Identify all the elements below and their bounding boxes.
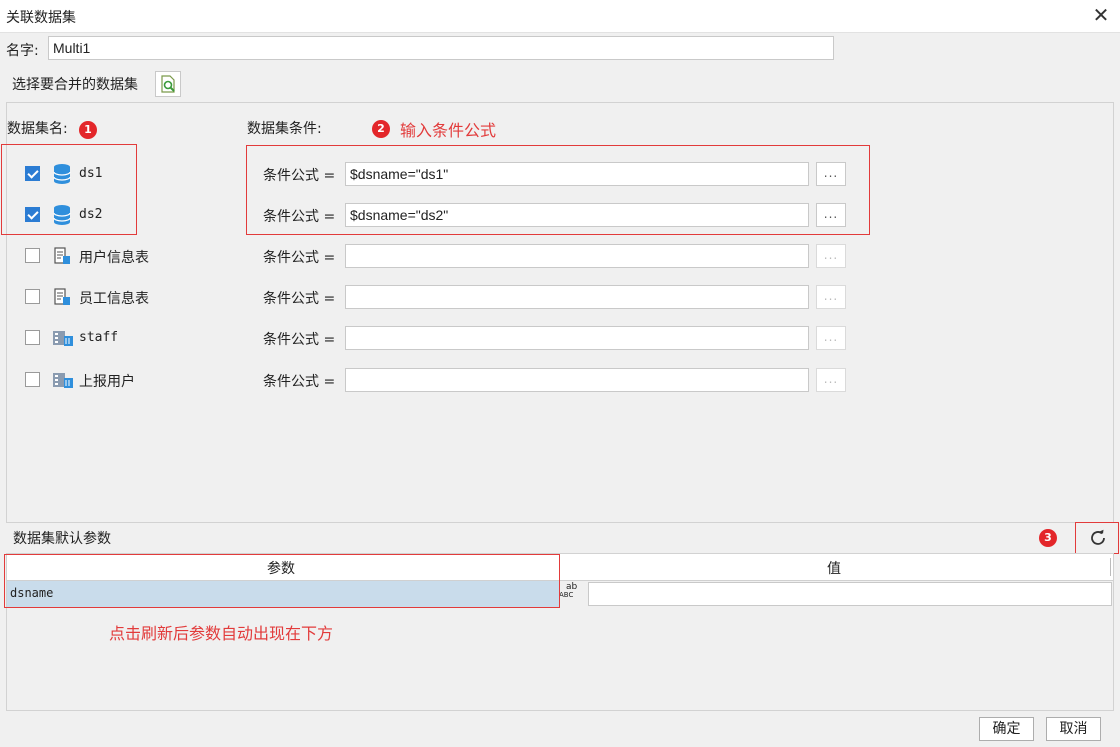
dataset-name-header: 数据集名:	[7, 121, 68, 137]
annotation-badge-3: 3	[1039, 529, 1057, 547]
text-type-icon: ABC	[559, 591, 574, 599]
dataset-row: 上报用户 条件公式 = ...	[0, 366, 1120, 396]
refresh-button[interactable]	[1086, 526, 1110, 550]
formula-label: 条件公式 =	[263, 374, 336, 390]
server-icon	[53, 373, 73, 388]
preview-dataset-button[interactable]	[155, 71, 181, 97]
formula-label: 条件公式 =	[263, 332, 336, 348]
formula-edit-button[interactable]: ...	[816, 162, 846, 186]
default-params-label: 数据集默认参数	[13, 531, 111, 547]
dataset-checkbox[interactable]	[25, 248, 40, 263]
dataset-checkbox[interactable]	[25, 372, 40, 387]
dataset-row: 用户信息表 条件公式 = ...	[0, 242, 1120, 272]
dataset-row: staff 条件公式 = ...	[0, 324, 1120, 354]
dataset-checkbox[interactable]	[25, 289, 40, 304]
annotation-box-params	[4, 554, 560, 608]
formula-input[interactable]	[345, 285, 809, 309]
dataset-checkbox[interactable]	[25, 207, 40, 222]
name-label: 名字:	[6, 43, 39, 59]
dataset-name: 用户信息表	[79, 250, 149, 266]
annotation-badge-2: 2	[372, 120, 390, 138]
server-icon	[53, 331, 73, 346]
table-icon	[54, 288, 70, 305]
formula-label: 条件公式 =	[263, 291, 336, 307]
type-selector[interactable]: ABC ab	[559, 582, 587, 605]
formula-edit-button[interactable]: ...	[816, 244, 846, 268]
dataset-checkbox[interactable]	[25, 330, 40, 345]
formula-edit-button[interactable]: ...	[816, 368, 846, 392]
formula-input[interactable]	[345, 368, 809, 392]
annotation-badge-1: 1	[79, 121, 97, 139]
refresh-icon	[1091, 529, 1105, 545]
dataset-row: ds1 条件公式 = $dsname="ds1" ...	[0, 160, 1120, 190]
dataset-name: ds1	[79, 166, 103, 181]
dataset-row: 员工信息表 条件公式 = ...	[0, 283, 1120, 313]
formula-input[interactable]: $dsname="ds2"	[345, 203, 809, 227]
table-icon	[54, 247, 70, 264]
formula-label: 条件公式 =	[263, 168, 336, 184]
param-value-input[interactable]	[588, 582, 1112, 606]
database-icon	[53, 164, 71, 184]
ok-button[interactable]: 确定	[979, 717, 1034, 741]
formula-label: 条件公式 =	[263, 209, 336, 225]
formula-input[interactable]: $dsname="ds1"	[345, 162, 809, 186]
column-divider	[1110, 558, 1111, 576]
dataset-condition-header: 数据集条件:	[247, 121, 322, 137]
annotation-note-formula: 输入条件公式	[400, 121, 497, 140]
name-input[interactable]: Multi1	[48, 36, 834, 60]
search-document-icon	[161, 75, 175, 93]
select-datasets-label: 选择要合并的数据集	[12, 77, 138, 93]
close-icon[interactable]: ✕	[1088, 2, 1114, 28]
cancel-button[interactable]: 取消	[1046, 717, 1101, 741]
formula-label: 条件公式 =	[263, 250, 336, 266]
dataset-checkbox[interactable]	[25, 166, 40, 181]
formula-edit-button[interactable]: ...	[816, 203, 846, 227]
dataset-name: staff	[79, 330, 119, 345]
dataset-name: ds2	[79, 207, 103, 222]
formula-input[interactable]	[345, 326, 809, 350]
dataset-name: 上报用户	[79, 374, 135, 390]
annotation-note-refresh: 点击刷新后参数自动出现在下方	[109, 624, 334, 643]
formula-edit-button[interactable]: ...	[816, 285, 846, 309]
dataset-row: ds2 条件公式 = $dsname="ds2" ...	[0, 201, 1120, 231]
formula-edit-button[interactable]: ...	[816, 326, 846, 350]
dataset-name: 员工信息表	[79, 291, 149, 307]
window-title: 关联数据集	[6, 10, 76, 26]
value-column-header: 值	[827, 561, 841, 577]
title-bar: 关联数据集 ✕	[0, 0, 1120, 33]
database-icon	[53, 205, 71, 225]
formula-input[interactable]	[345, 244, 809, 268]
text-type-glyph-icon: ab	[566, 582, 578, 592]
